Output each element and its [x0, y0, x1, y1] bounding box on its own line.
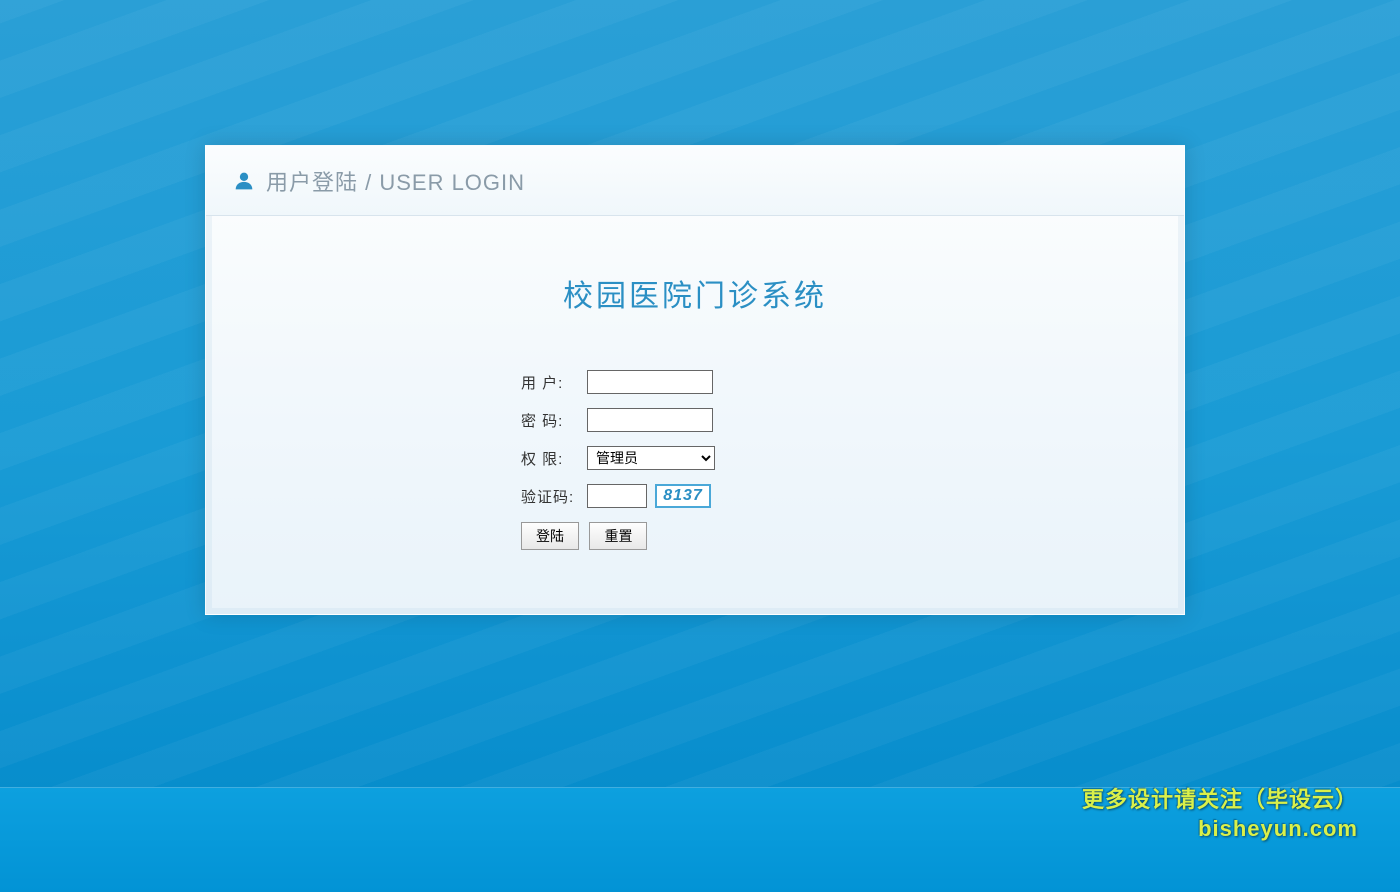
captcha-label: 验证码:: [521, 486, 581, 507]
username-label: 用 户:: [521, 372, 581, 393]
password-input[interactable]: [587, 408, 713, 432]
username-input[interactable]: [587, 370, 713, 394]
panel-header: 用户登陆 / USER LOGIN: [206, 146, 1184, 216]
system-title: 校园医院门诊系统: [206, 271, 1184, 315]
watermark-text-1: 更多设计请关注（毕设云）: [1082, 782, 1358, 814]
username-row: 用 户:: [521, 370, 1184, 394]
captcha-image[interactable]: 8137: [655, 484, 711, 508]
role-label: 权 限:: [521, 448, 581, 469]
login-button[interactable]: 登陆: [521, 522, 579, 550]
header-title: 用户登陆 / USER LOGIN: [266, 165, 525, 197]
watermark: 更多设计请关注（毕设云） bisheyun.com: [1082, 782, 1358, 842]
password-row: 密 码:: [521, 408, 1184, 432]
reset-button[interactable]: 重置: [589, 522, 647, 550]
role-select[interactable]: 管理员: [587, 446, 715, 470]
password-label: 密 码:: [521, 410, 581, 431]
role-row: 权 限: 管理员: [521, 446, 1184, 470]
user-icon: [234, 170, 254, 192]
watermark-text-2: bisheyun.com: [1082, 816, 1358, 842]
button-row: 登陆 重置: [521, 522, 1184, 550]
captcha-row: 验证码: 8137: [521, 484, 1184, 508]
login-form: 用 户: 密 码: 权 限: 管理员 验证码: 8137: [521, 370, 1184, 508]
login-panel: 用户登陆 / USER LOGIN 校园医院门诊系统 用 户: 密 码: 权 限…: [205, 145, 1185, 615]
captcha-input[interactable]: [587, 484, 647, 508]
